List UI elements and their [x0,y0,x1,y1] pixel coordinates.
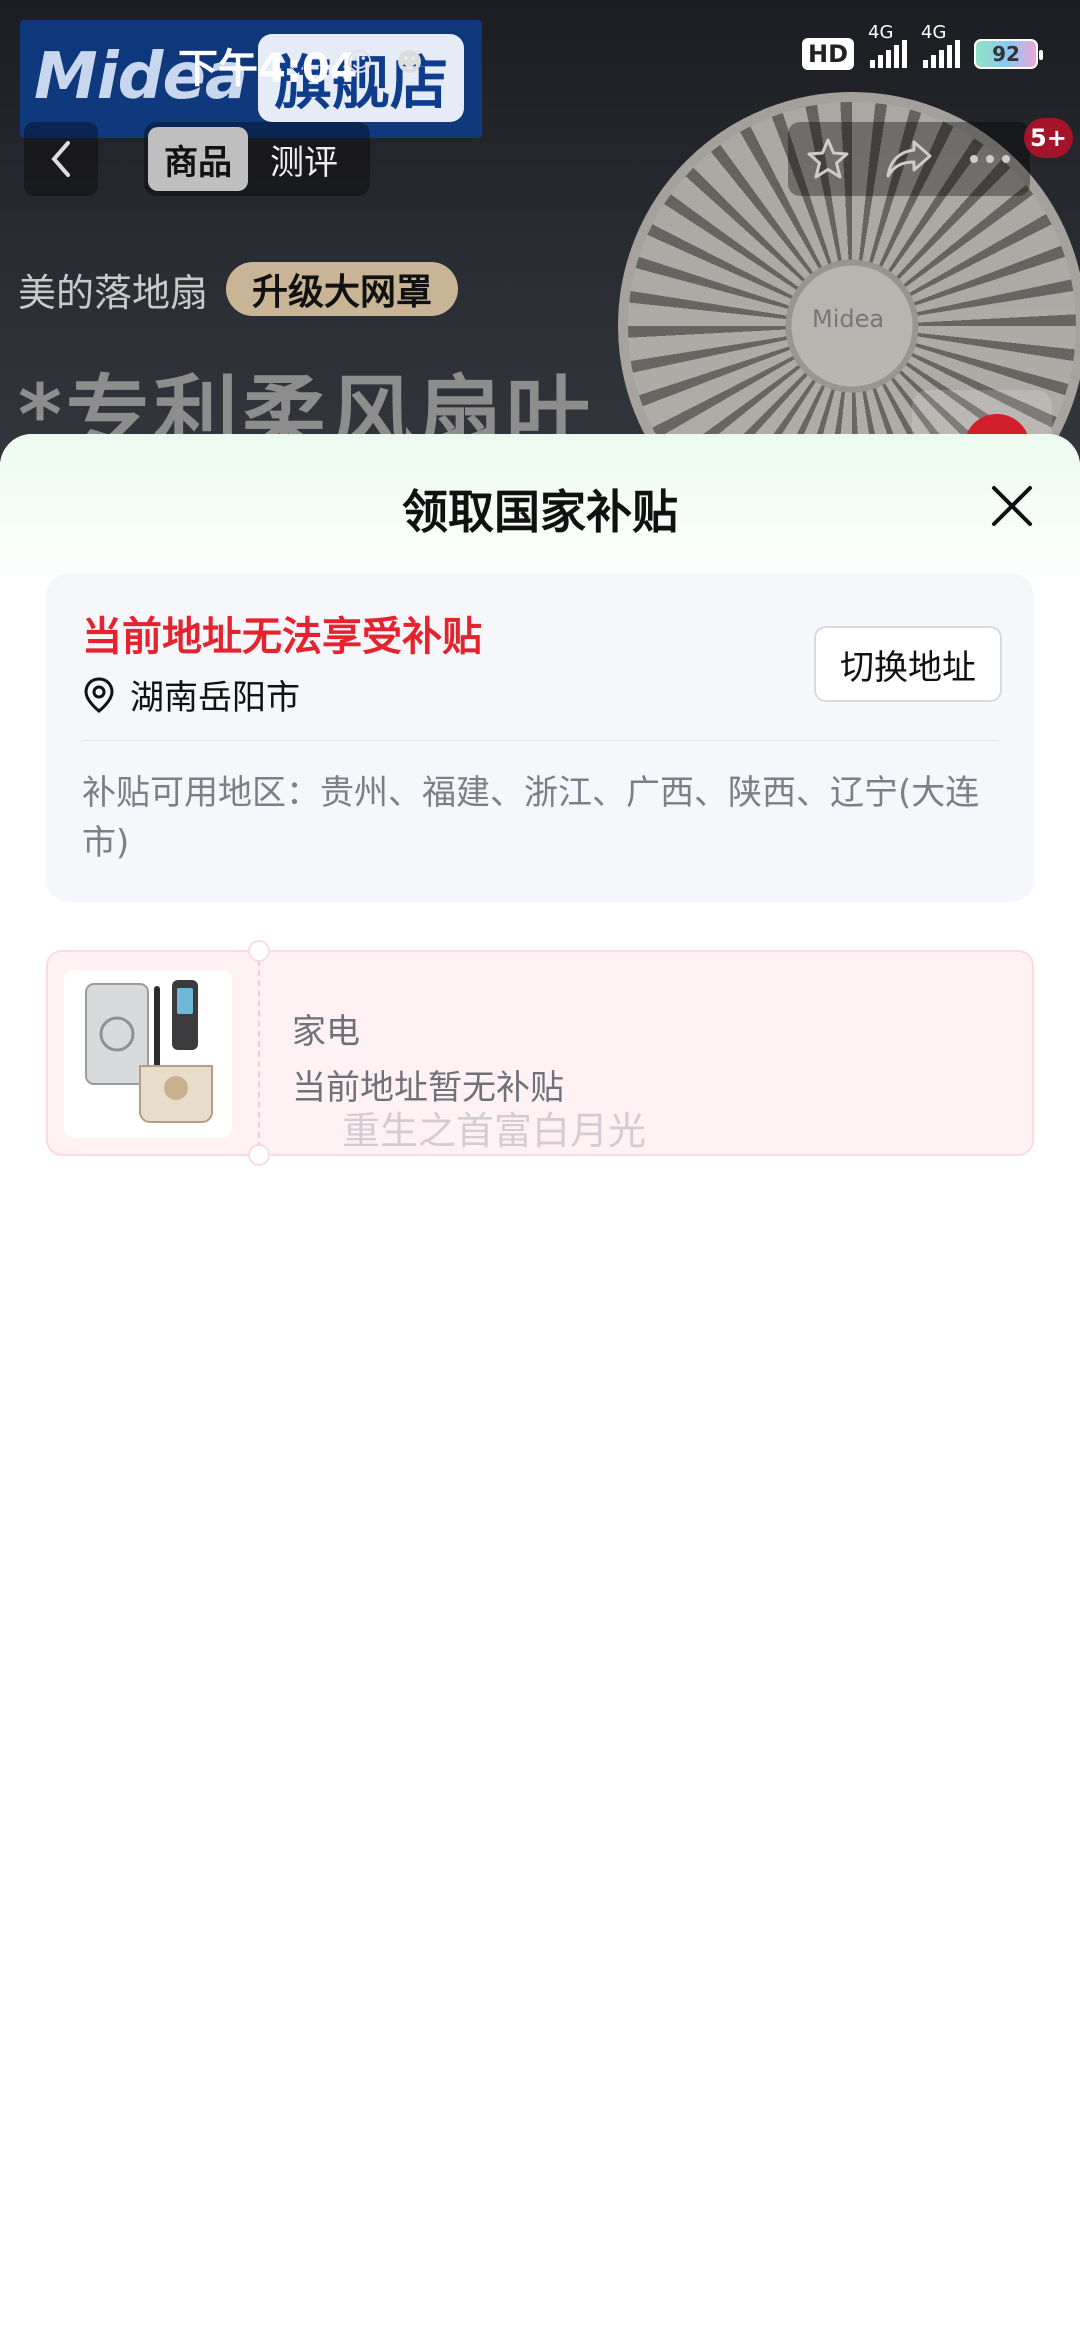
share-icon[interactable] [884,136,934,182]
hd-voice-icon: HD [801,38,854,70]
appliance-product-image [64,970,232,1138]
product-subtitle: 美的落地扇 [18,271,209,315]
product-page-background: Midea 旗舰店 Midea 下午4:04 ☺ ☻ HD 4G 4G 92 商… [0,0,1080,470]
header-actions [788,122,1030,196]
status-indicators: HD 4G 4G 92 [801,22,1043,70]
chevron-left-icon [51,141,70,177]
message-count-badge: 5+ [1024,118,1073,158]
sheet-title: 领取国家补贴 [402,485,678,539]
notification-icon: ☻ [396,48,424,78]
current-address: 湖南岳阳市 [82,670,300,719]
eligible-regions: 补贴可用地区：贵州、福建、浙江、广西、陕西、辽宁(大连市) [82,773,980,863]
close-icon[interactable] [984,478,1040,534]
battery-level: 92 [992,42,1020,66]
tab-review[interactable]: 测评 [254,127,354,191]
appliances-illustration [85,980,213,1123]
battery-icon: 92 [974,39,1043,69]
product-tag: 升级大网罩 [226,262,459,316]
more-icon[interactable] [967,149,1013,169]
switch-address-button[interactable]: 切换地址 [814,626,1002,702]
network-type: 4G [921,22,947,43]
subsidy-bottom-sheet: 领取国家补贴 当前地址无法享受补贴 湖南岳阳市 切换地址 补贴可用地区：贵州、福… [0,434,1080,2340]
coupon-perforation [258,960,260,1148]
signal-strength-icon: 4G [868,22,907,68]
address-card: 当前地址无法享受补贴 湖南岳阳市 切换地址 补贴可用地区：贵州、福建、浙江、广西… [46,574,1034,902]
address-city: 湖南岳阳市 [130,678,300,718]
tab-product[interactable]: 商品 [148,127,248,191]
subsidy-warning: 当前地址无法享受补贴 [82,614,482,660]
star-icon[interactable] [805,136,851,182]
network-type: 4G [868,22,894,43]
fan-logo-text: Midea [812,305,885,333]
notification-icon: ☺ [346,48,374,78]
coupon-category: 家电 [292,1012,360,1052]
status-time: 下午4:04 [178,46,358,92]
location-pin-icon [84,676,114,713]
product-tabs: 商品 测评 [144,122,370,196]
signal-strength-icon: 4G [921,22,960,68]
coupon-notch [248,1144,270,1166]
coupon-notch [248,940,270,962]
watermark-text: 重生之首富白月光 [342,1109,647,1153]
divider [82,740,998,741]
back-button[interactable] [24,122,98,196]
